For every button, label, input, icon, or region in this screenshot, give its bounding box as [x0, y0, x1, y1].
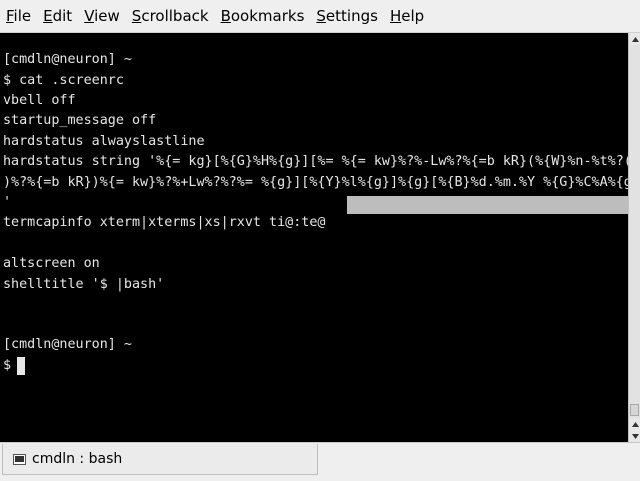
scroll-up-button[interactable] — [630, 33, 640, 45]
terminal-line: altscreen on — [3, 256, 100, 271]
menu-view-mnemonic: V — [84, 7, 95, 25]
terminal-line: hardstatus alwayslastline — [3, 134, 205, 149]
scrollbar-thumb[interactable] — [630, 404, 639, 416]
menu-scrollback[interactable]: Scrollback — [126, 0, 215, 32]
terminal-line: )%?%{=b kR})%{= kw}%?%+Lw%?%?%= %{g}][%{… — [3, 175, 628, 190]
menu-edit[interactable]: Edit — [37, 0, 78, 32]
tab-bar: cmdln : bash — [0, 442, 640, 481]
menu-file[interactable]: File — [0, 0, 37, 32]
terminal-line: $ cat .screenrc — [3, 73, 124, 88]
terminal-line: shelltitle '$ |bash' — [3, 277, 165, 292]
tab-session-bash[interactable]: cmdln : bash — [2, 444, 318, 475]
menu-bookmarks-label: ookmarks — [230, 7, 305, 25]
terminal-line: startup_message off — [3, 113, 157, 128]
menu-bar: File Edit View Scrollback Bookmarks Sett… — [0, 0, 640, 33]
menu-help-label: elp — [401, 7, 425, 25]
vertical-scrollbar[interactable] — [628, 33, 640, 442]
arrow-up-icon — [631, 36, 639, 42]
scroll-down-button[interactable] — [630, 430, 640, 442]
menu-scrollback-label: crollback — [141, 7, 209, 25]
menu-bookmarks-mnemonic: B — [220, 7, 231, 25]
menu-file-label: ile — [13, 7, 32, 25]
selection-highlight — [347, 196, 628, 214]
menu-settings[interactable]: Settings — [310, 0, 384, 32]
menu-settings-label: ettings — [325, 7, 378, 25]
terminal-line: ' — [3, 195, 12, 210]
menu-help-mnemonic: H — [389, 7, 402, 25]
scroll-up-button-lower[interactable] — [630, 418, 640, 430]
terminal-line: hardstatus string '%{= kg}[%{G}%H%{g}][%… — [3, 154, 628, 169]
text-cursor — [17, 357, 25, 375]
menu-bookmarks[interactable]: Bookmarks — [215, 0, 311, 32]
menu-file-mnemonic: F — [6, 7, 14, 25]
terminal-line: vbell off — [3, 93, 76, 108]
menu-view[interactable]: View — [78, 0, 126, 32]
terminal-line: [cmdln@neuron] ~ — [3, 52, 132, 67]
terminal-line: termcapinfo xterm|xterms|xs|rxvt ti@:te@ — [3, 215, 326, 230]
arrow-up-icon — [631, 421, 639, 427]
menu-view-label: iew — [94, 7, 120, 25]
menu-settings-mnemonic: S — [316, 7, 326, 25]
menu-edit-label: dit — [52, 7, 73, 25]
menu-scrollback-mnemonic: S — [131, 7, 142, 25]
terminal-line: [cmdln@neuron] ~ — [3, 337, 132, 352]
tab-label: cmdln : bash — [32, 451, 123, 467]
menu-edit-mnemonic: E — [43, 7, 53, 25]
terminal-icon — [13, 453, 26, 465]
menu-help[interactable]: Help — [384, 0, 430, 32]
arrow-down-icon — [631, 433, 639, 439]
terminal-view[interactable]: [cmdln@neuron] ~ $ cat .screenrc vbell o… — [0, 33, 628, 442]
